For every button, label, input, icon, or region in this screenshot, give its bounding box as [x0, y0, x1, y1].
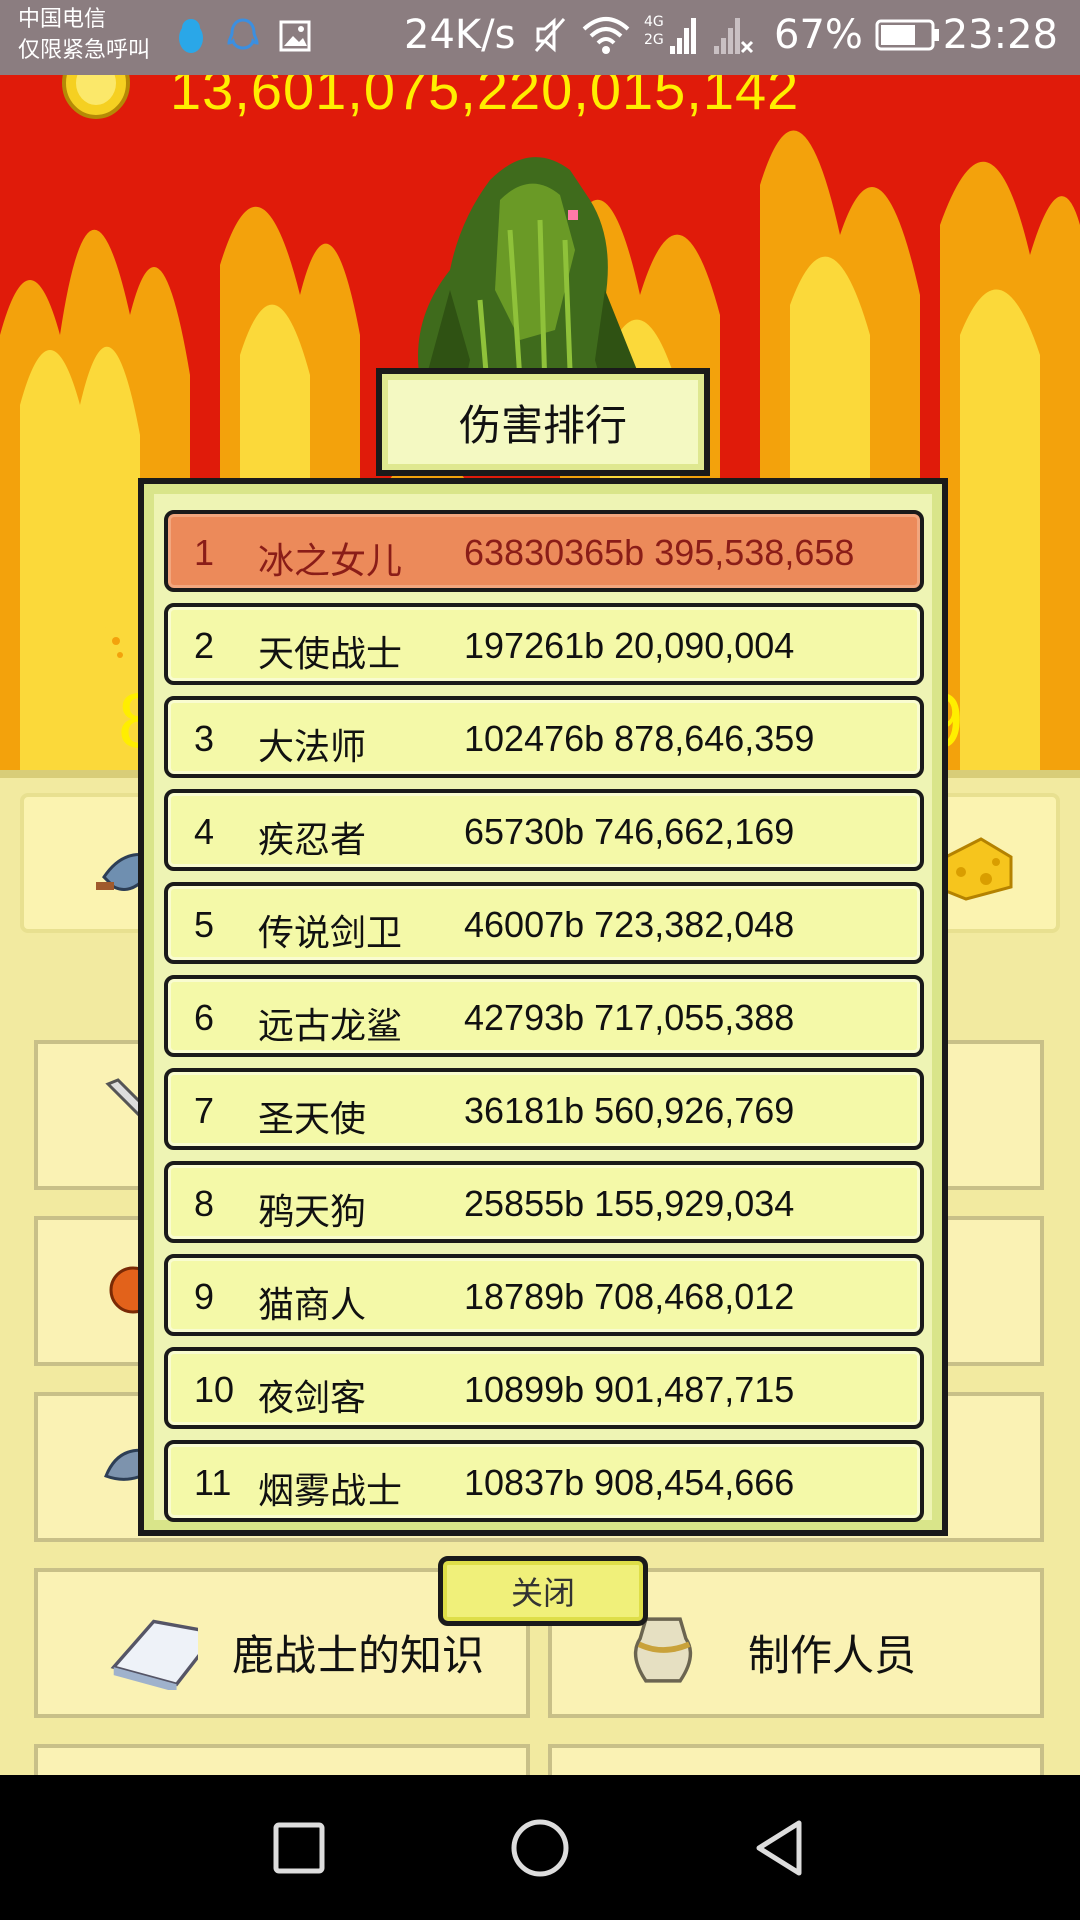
close-button-label: 关闭 [510, 1574, 575, 1612]
recents-button[interactable] [264, 1813, 334, 1883]
ember-sparks [105, 578, 127, 658]
damage-value: 63830365b 395,538,658 [464, 532, 855, 573]
network-speed: 24K/s [404, 12, 516, 58]
damage-value: 102476b 878,646,359 [464, 718, 815, 759]
clock: 23:28 [942, 12, 1058, 58]
rank-number: 3 [194, 718, 215, 759]
svg-text:4G: 4G [644, 14, 664, 30]
signal-off-icon [714, 18, 754, 54]
svg-text:2G: 2G [644, 32, 664, 48]
hero-name: 烟雾战士 [258, 1471, 403, 1512]
ranking-row: 7 圣天使 36181b 560,926,769 [164, 1068, 924, 1150]
damage-value: 18789b 708,468,012 [464, 1276, 795, 1317]
knowledge-label: 鹿战士的知识 [232, 1631, 485, 1680]
ranking-row: 8 鸦天狗 25855b 155,929,034 [164, 1161, 924, 1243]
close-button[interactable]: 关闭 [438, 1556, 648, 1626]
dialog-title: 伤害排行 [458, 400, 627, 450]
ranking-row: 6 远古龙鲨 42793b 717,055,388 [164, 975, 924, 1057]
carrier-info: 中国电信 仅限紧急呼叫 [18, 4, 150, 66]
ranking-row: 4 疾忍者 65730b 746,662,169 [164, 789, 924, 871]
ranking-row: 1 冰之女儿 63830365b 395,538,658 [164, 510, 924, 592]
back-button[interactable] [745, 1813, 815, 1883]
damage-value: 46007b 723,382,048 [464, 904, 795, 945]
menu-tile-bottom-right[interactable] [548, 1744, 1044, 1775]
wifi-icon [582, 17, 630, 54]
signal-4g-icon: 4G 2G [644, 14, 696, 54]
damage-value: 10899b 901,487,715 [464, 1369, 795, 1410]
home-button[interactable] [505, 1813, 575, 1883]
penguin-icon [179, 19, 203, 53]
rank-number: 10 [194, 1369, 235, 1410]
damage-value: 25855b 155,929,034 [464, 1183, 795, 1224]
navigation-bar [0, 1775, 1080, 1920]
rank-number: 1 [194, 532, 215, 573]
rank-number: 5 [194, 904, 215, 945]
hero-name: 鸦天狗 [258, 1192, 367, 1233]
damage-value: 65730b 746,662,169 [464, 811, 795, 852]
rank-number: 6 [194, 997, 215, 1038]
system-indicators: 4G 2G 67% [532, 12, 941, 58]
notification-icons [172, 16, 314, 56]
hero-name: 疾忍者 [258, 820, 367, 861]
emergency-only-text: 仅限紧急呼叫 [18, 38, 151, 63]
damage-value: 36181b 560,926,769 [464, 1090, 795, 1131]
battery-icon [875, 19, 939, 51]
ranking-row: 5 传说剑卫 46007b 723,382,048 [164, 882, 924, 964]
rank-number: 8 [194, 1183, 215, 1224]
hero-name: 传说剑卫 [258, 913, 403, 954]
menu-tile-bottom-left[interactable] [34, 1744, 530, 1775]
image-icon [279, 20, 311, 52]
hero-name: 大法师 [258, 727, 367, 768]
ranking-row: 2 天使战士 197261b 20,090,004 [164, 603, 924, 685]
rank-number: 2 [194, 625, 215, 666]
damage-value: 42793b 717,055,388 [464, 997, 795, 1038]
rank-number: 11 [194, 1462, 232, 1503]
hero-name: 冰之女儿 [258, 541, 403, 582]
battery-percent: 67% [774, 12, 863, 58]
rank-number: 9 [194, 1276, 215, 1317]
ranking-row: 9 猫商人 18789b 708,468,012 [164, 1254, 924, 1336]
qq-icon [227, 18, 259, 50]
status-bar: 中国电信 仅限紧急呼叫 24K/s 4G 2G 67% 23:28 [0, 0, 1080, 75]
ranking-row: 3 大法师 102476b 878,646,359 [164, 696, 924, 778]
hero-name: 夜剑客 [258, 1378, 367, 1419]
ranking-row: 10 夜剑客 10899b 901,487,715 [164, 1347, 924, 1429]
ranking-row: 11 烟雾战士 10837b 908,454,666 [164, 1440, 924, 1522]
book-icon [110, 1619, 198, 1690]
rank-number: 4 [194, 811, 215, 852]
damage-ranking-panel: 1 冰之女儿 63830365b 395,538,658 2 天使战士 1972… [138, 478, 948, 1536]
hero-name: 远古龙鲨 [258, 1006, 403, 1047]
dialog-title-box: 伤害排行 [376, 368, 710, 476]
hero-name: 天使战士 [258, 634, 403, 675]
credits-label: 制作人员 [748, 1631, 917, 1680]
carrier-name: 中国电信 [18, 7, 107, 32]
hero-name: 猫商人 [258, 1285, 367, 1326]
rank-number: 7 [194, 1090, 215, 1131]
mute-icon [534, 17, 566, 53]
gold-counter: 13,601,075,220,015,142 [170, 75, 800, 121]
gold-coin-icon [62, 75, 130, 119]
damage-value: 197261b 20,090,004 [464, 625, 795, 666]
hero-name: 圣天使 [258, 1099, 367, 1140]
damage-value: 10837b 908,454,666 [464, 1462, 795, 1503]
